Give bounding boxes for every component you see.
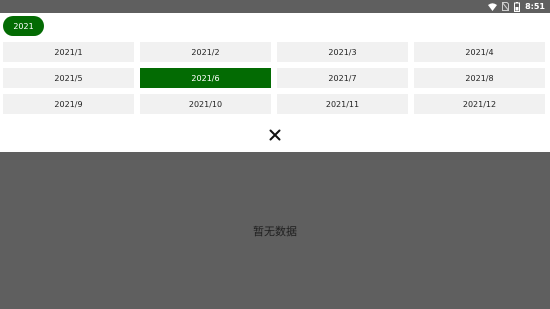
status-time: 8:51 [525,2,545,11]
month-grid: 2021/1 2021/2 2021/3 2021/4 2021/5 2021/… [3,42,545,114]
no-sim-icon [502,2,510,11]
month-cell[interactable]: 2021/5 [3,68,134,88]
month-cell[interactable]: 2021/3 [277,42,408,62]
close-icon [269,129,281,141]
close-button[interactable] [267,127,283,143]
month-cell-selected[interactable]: 2021/6 [140,68,271,88]
battery-icon [514,1,521,12]
month-cell[interactable]: 2021/9 [3,94,134,114]
status-bar: 8:51 [0,0,550,13]
content-area: 暂无数据 [0,152,550,309]
month-cell[interactable]: 2021/10 [140,94,271,114]
year-chip[interactable]: 2021 [3,16,44,36]
month-cell[interactable]: 2021/2 [140,42,271,62]
wifi-icon [488,2,498,11]
month-picker-panel: 2021 2021/1 2021/2 2021/3 2021/4 2021/5 … [0,13,550,152]
month-cell[interactable]: 2021/7 [277,68,408,88]
empty-state-text: 暂无数据 [253,224,297,238]
month-cell[interactable]: 2021/8 [414,68,545,88]
month-cell[interactable]: 2021/4 [414,42,545,62]
month-cell[interactable]: 2021/11 [277,94,408,114]
month-cell[interactable]: 2021/1 [3,42,134,62]
month-cell[interactable]: 2021/12 [414,94,545,114]
